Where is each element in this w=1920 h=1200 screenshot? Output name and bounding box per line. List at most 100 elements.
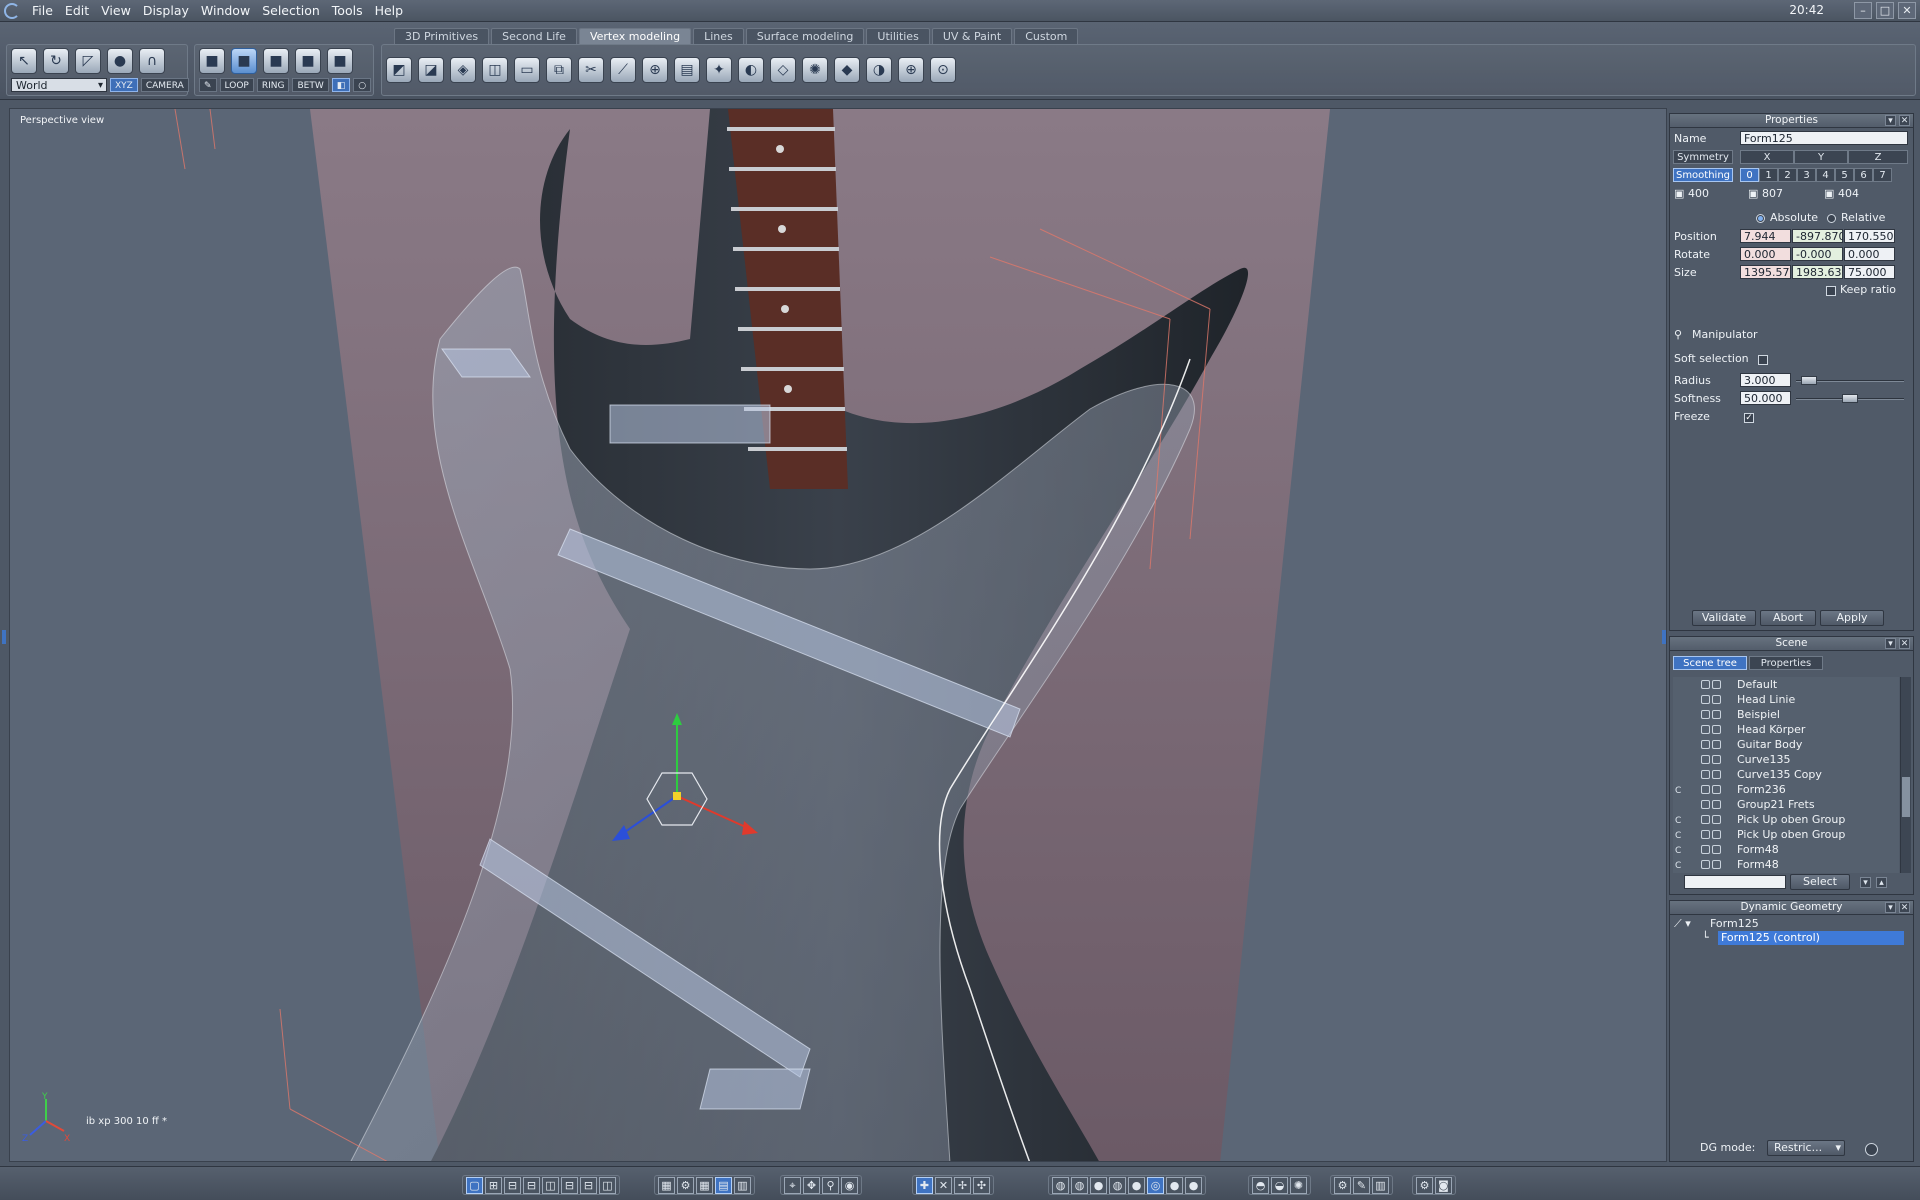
camera-button[interactable]: CAMERA <box>140 78 189 92</box>
freeze-checkbox[interactable]: ✓ <box>1744 413 1754 423</box>
add-point-icon[interactable]: ⊕ <box>642 57 668 83</box>
tab-scene-properties[interactable]: Properties <box>1749 656 1823 670</box>
symmetry-z[interactable]: Z <box>1848 150 1908 164</box>
grid-wall-icon[interactable]: ▥ <box>734 1177 751 1194</box>
size-y[interactable]: 1983.63 <box>1792 265 1843 279</box>
left-panel-handle[interactable] <box>2 630 6 644</box>
grow-select-icon[interactable]: ◧ <box>331 78 351 92</box>
scene-item[interactable]: C Form236 <box>1673 782 1899 797</box>
panel-menu-icon[interactable]: ▾ <box>1885 902 1896 913</box>
scene-scroll-thumb[interactable] <box>1902 777 1910 817</box>
dg-root-item[interactable]: Form125 <box>1710 917 1890 931</box>
weld-icon[interactable]: ✦ <box>706 57 732 83</box>
scene-item[interactable]: Group21 Frets <box>1673 797 1899 812</box>
smoothing-level-0[interactable]: 0 <box>1740 168 1759 182</box>
menu-file[interactable]: File <box>26 3 59 18</box>
loop-button[interactable]: LOOP <box>219 78 254 92</box>
layout-quad-icon[interactable]: ⊞ <box>485 1177 502 1194</box>
smooth-shaded-icon[interactable]: ◍ <box>1109 1177 1126 1194</box>
knife-icon[interactable]: ⟋ <box>610 57 636 83</box>
subdivide-icon[interactable]: ◆ <box>834 57 860 83</box>
scene-item[interactable]: Curve135 Copy <box>1673 767 1899 782</box>
position-y[interactable]: -897.870 <box>1792 229 1843 243</box>
eye-icon[interactable]: ◉ <box>841 1177 858 1194</box>
pan-icon[interactable]: ✥ <box>803 1177 820 1194</box>
scene-search-input[interactable] <box>1684 875 1786 889</box>
position-x[interactable]: 7.944 <box>1740 229 1791 243</box>
flatten-icon[interactable]: ◇ <box>770 57 796 83</box>
scene-item[interactable]: Guitar Body <box>1673 737 1899 752</box>
extrude-along-icon[interactable]: ◫ <box>482 57 508 83</box>
tab-3d-primitives[interactable]: 3D Primitives <box>394 28 490 44</box>
layout-two-v-icon[interactable]: ◫ <box>599 1177 616 1194</box>
smoothing-button[interactable]: Smoothing <box>1673 168 1733 182</box>
bridge-icon[interactable]: ⧉ <box>546 57 572 83</box>
menu-edit[interactable]: Edit <box>59 3 95 18</box>
zoom-icon[interactable]: ⊙ <box>930 57 956 83</box>
lasso-icon[interactable]: ○ <box>353 78 372 92</box>
magnet-tool-icon[interactable]: ∩ <box>139 48 165 74</box>
cut-icon[interactable]: ✂ <box>578 57 604 83</box>
render-icon[interactable]: ● <box>1185 1177 1202 1194</box>
object-mode-icon[interactable]: ■ <box>199 48 225 74</box>
scene-item[interactable]: Beispiel <box>1673 707 1899 722</box>
dg-mode-select[interactable]: Restric... ▾ <box>1767 1140 1845 1156</box>
mirror-icon[interactable]: ◑ <box>866 57 892 83</box>
menu-help[interactable]: Help <box>369 3 410 18</box>
symmetry-x[interactable]: X <box>1740 150 1794 164</box>
tab-utilities[interactable]: Utilities <box>866 28 930 44</box>
vertex-mode-icon[interactable]: ■ <box>295 48 321 74</box>
soft-selection-checkbox[interactable] <box>1758 355 1768 365</box>
validate-button[interactable]: Validate <box>1692 610 1756 626</box>
smoothing-level-3[interactable]: 3 <box>1797 168 1816 182</box>
grid-snap-icon[interactable]: ⚙ <box>677 1177 694 1194</box>
layout-single-icon[interactable]: ▢ <box>466 1177 483 1194</box>
scale-tool-icon[interactable]: ◸ <box>75 48 101 74</box>
close-icon[interactable]: ✕ <box>1898 2 1916 19</box>
minimize-icon[interactable]: – <box>1854 2 1872 19</box>
size-z[interactable]: 75.000 <box>1844 265 1895 279</box>
xray-icon[interactable]: ◎ <box>1147 1177 1164 1194</box>
snap-vertex-icon[interactable]: ✕ <box>935 1177 952 1194</box>
camera-icon[interactable]: ◙ <box>1435 1177 1452 1194</box>
absolute-radio[interactable] <box>1756 214 1765 223</box>
paint-icon[interactable]: ✎ <box>1353 1177 1370 1194</box>
snap-grid-icon[interactable]: ✚ <box>916 1177 933 1194</box>
panel-menu-icon[interactable]: ▾ <box>1885 638 1896 649</box>
wireframe-icon[interactable]: ◍ <box>1052 1177 1069 1194</box>
sphere-tool-icon[interactable]: ● <box>107 48 133 74</box>
smoothing-level-1[interactable]: 1 <box>1759 168 1778 182</box>
scene-item[interactable]: Head Körper <box>1673 722 1899 737</box>
grid-color-icon[interactable]: ▦ <box>696 1177 713 1194</box>
perspective-viewport[interactable]: Perspective view Y Z X ib xp 300 10 ff * <box>9 108 1667 1162</box>
menu-tools[interactable]: Tools <box>326 3 369 18</box>
between-button[interactable]: BETW <box>292 78 329 92</box>
chamfer-icon[interactable]: ▭ <box>514 57 540 83</box>
tab-scene-tree[interactable]: Scene tree <box>1673 656 1747 670</box>
softness-field[interactable]: 50.000 <box>1740 391 1791 405</box>
snap-face-icon[interactable]: ✣ <box>973 1177 990 1194</box>
light-dome-icon[interactable]: ◓ <box>1252 1177 1269 1194</box>
abort-button[interactable]: Abort <box>1760 610 1816 626</box>
extrude-icon[interactable]: ◩ <box>386 57 412 83</box>
rotate-x[interactable]: 0.000 <box>1740 247 1791 261</box>
position-z[interactable]: 170.550 <box>1844 229 1895 243</box>
render-settings-icon[interactable]: ⚙ <box>1334 1177 1351 1194</box>
relative-radio[interactable] <box>1827 214 1836 223</box>
rotate-tool-icon[interactable]: ↻ <box>43 48 69 74</box>
face-mode-icon[interactable]: ■ <box>231 48 257 74</box>
keep-ratio-checkbox[interactable] <box>1826 286 1836 296</box>
tab-custom[interactable]: Custom <box>1014 28 1079 44</box>
tab-uv-paint[interactable]: UV & Paint <box>931 28 1013 44</box>
brush-select-icon[interactable]: ✎ <box>199 78 217 92</box>
layout-split-v-icon[interactable]: ◫ <box>542 1177 559 1194</box>
dg-control-item[interactable]: Form125 (control) <box>1718 931 1904 945</box>
panel-close-icon[interactable]: ✕ <box>1899 115 1910 126</box>
menu-display[interactable]: Display <box>137 3 195 18</box>
scene-item[interactable]: C Pick Up oben Group <box>1673 812 1899 827</box>
light-sky-icon[interactable]: ◒ <box>1271 1177 1288 1194</box>
scene-item[interactable]: C Form48 <box>1673 857 1899 872</box>
tab-second-life[interactable]: Second Life <box>491 28 577 44</box>
tab-surface-modeling[interactable]: Surface modeling <box>745 28 865 44</box>
grid-floor-icon[interactable]: ▤ <box>715 1177 732 1194</box>
